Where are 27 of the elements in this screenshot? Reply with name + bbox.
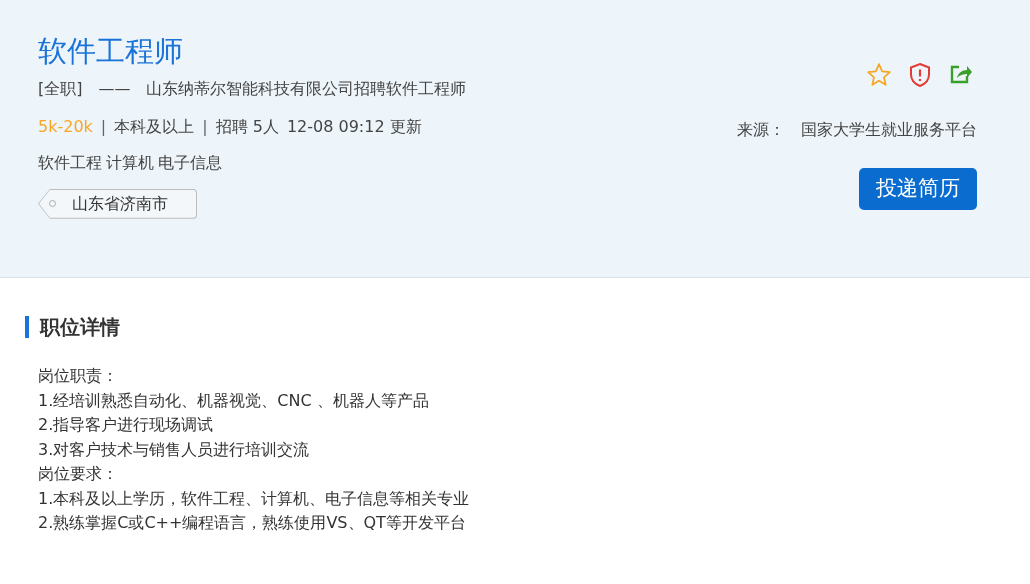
detail-line: 2.指导客户进行现场调试 <box>38 414 215 436</box>
major: 计算机 <box>106 151 154 174</box>
detail-line: 1.经培训熟悉自动化、机器视觉、CNC 、机器人等产品 <box>38 389 430 412</box>
job-meta: 本科及以上 <box>114 115 195 138</box>
location-tag: 山东省济南市 <box>38 188 197 219</box>
detail-line: 1.本科及以上学历，软件工程、计算机、电子信息等相关专业 <box>38 487 471 510</box>
job-meta: 12-08 09:12 更新 <box>286 115 422 138</box>
source-label: 来源： <box>737 119 785 141</box>
divider: | <box>202 115 208 138</box>
job-title: 软件工程师 <box>38 34 184 69</box>
detail-line: 岗位职责： <box>38 365 119 387</box>
section-heading: 职位详情 <box>25 316 1030 338</box>
detail-line: 2.熟练掌握C或C++编程语言，熟练使用VS、QT等开发平台 <box>38 512 467 534</box>
major: 电子信息 <box>158 151 222 174</box>
star-icon[interactable] <box>866 62 892 88</box>
detail-line: 3.对客户技术与销售人员进行培训交流 <box>38 438 311 461</box>
detail-line: 岗位要求： <box>38 463 119 485</box>
warning-shield-icon[interactable] <box>908 62 932 88</box>
divider: | <box>100 115 107 138</box>
dash: —— <box>98 77 131 100</box>
job-headline: 山东纳蒂尔智能科技有限公司招聘软件工程师 <box>146 77 467 100</box>
apply-button[interactable]: 投递简历 <box>859 168 977 210</box>
salary: 5k-20k <box>38 115 93 138</box>
job-type: [全职] <box>38 77 83 100</box>
source-name: 国家大学生就业服务平台 <box>801 119 977 141</box>
job-meta: 招聘 5人 <box>215 115 279 138</box>
major: 软件工程 <box>38 151 102 174</box>
